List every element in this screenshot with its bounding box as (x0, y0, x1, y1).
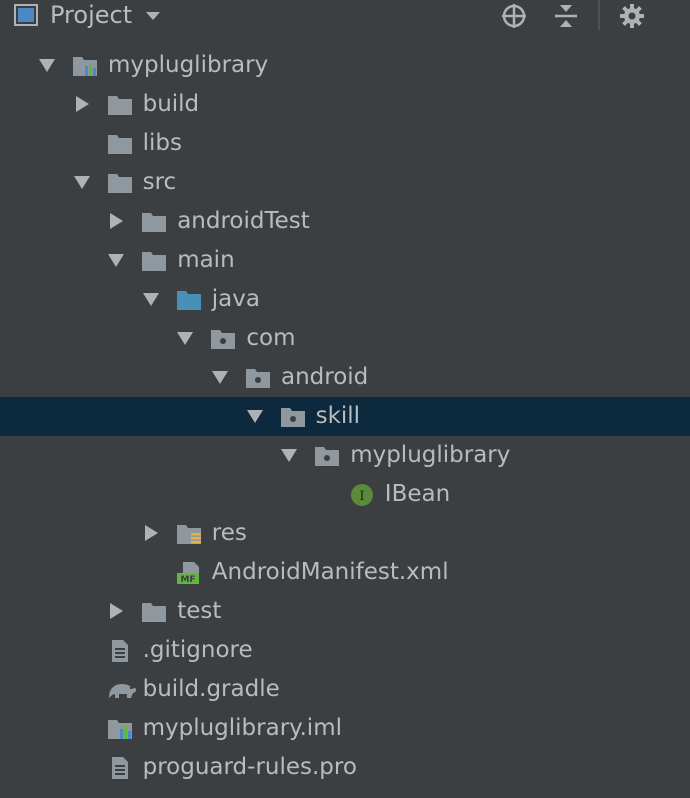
tree-row-label: mypluglibrary (108, 52, 269, 78)
gear-icon[interactable] (618, 2, 646, 30)
expanded-arrow-icon[interactable] (246, 407, 264, 425)
collapsed-arrow-icon[interactable] (142, 524, 160, 542)
expanded-arrow-icon[interactable] (142, 290, 160, 308)
expanded-arrow-icon[interactable] (73, 173, 91, 191)
tree-row-mypluglibrary[interactable]: mypluglibrary (0, 436, 690, 475)
folder-icon (141, 210, 167, 234)
tree-row-test[interactable]: test (0, 592, 690, 631)
package-icon (210, 327, 236, 351)
tree-row-libs[interactable]: libs (0, 124, 690, 163)
tree-row-label: mypluglibrary.iml (142, 715, 342, 741)
tree-row-android[interactable]: android (0, 358, 690, 397)
tree-row-label: .gitignore (142, 637, 253, 663)
panel-title: Project (50, 1, 133, 29)
tree-row-label: src (142, 169, 177, 195)
tree-row-ibean[interactable]: I IBean (0, 475, 690, 514)
tree-row-label: java (211, 286, 260, 312)
manifest-icon: MF (176, 561, 202, 585)
project-view-icon (14, 4, 38, 26)
tree-row-build-gradle[interactable]: build.gradle (0, 670, 690, 709)
tree-row-java[interactable]: java (0, 280, 690, 319)
text-file-icon (107, 639, 133, 663)
collapsed-arrow-icon[interactable] (73, 95, 91, 113)
project-view-selector[interactable]: Project (14, 0, 162, 30)
collapsed-arrow-icon[interactable] (107, 602, 125, 620)
tree-row-label: skill (315, 403, 361, 429)
gradle-icon (107, 678, 136, 702)
project-tool-window: Project mypluglibrary build libs src and… (0, 0, 690, 798)
svg-text:MF: MF (180, 575, 195, 585)
tree-row-label: build (142, 91, 200, 117)
tree-row-label: main (177, 247, 235, 273)
tree-row-label: mypluglibrary (350, 442, 511, 468)
tree-row-res[interactable]: res (0, 514, 690, 553)
tree-row-label: AndroidManifest.xml (211, 559, 449, 585)
package-icon (280, 405, 306, 429)
tree-row-label: build.gradle (142, 676, 280, 702)
partial-row-bottom (0, 790, 690, 798)
tool-window-header: Project (0, 0, 690, 32)
tree-row-src[interactable]: src (0, 163, 690, 202)
project-tree: mypluglibrary build libs src androidTest main… (0, 0, 690, 798)
tree-row-com[interactable]: com (0, 319, 690, 358)
svg-text:I: I (359, 489, 364, 504)
module-icon (72, 54, 98, 78)
tree-row-androidtest[interactable]: androidTest (0, 202, 690, 241)
tree-row-androidmanifest-xml[interactable]: MF AndroidManifest.xml (0, 553, 690, 592)
tree-row-label: IBean (384, 481, 451, 507)
tree-row-label: androidTest (177, 208, 310, 234)
tree-row-label: com (246, 325, 296, 351)
interface-icon: I (349, 483, 375, 507)
tree-row-skill[interactable]: skill (0, 397, 690, 436)
resource-folder-icon (176, 522, 202, 546)
collapsed-arrow-icon[interactable] (107, 212, 125, 230)
folder-icon (107, 171, 133, 195)
locate-icon[interactable] (500, 2, 528, 30)
tree-row-mypluglibrary-iml[interactable]: mypluglibrary.iml (0, 709, 690, 748)
package-icon (245, 366, 271, 390)
header-divider (598, 0, 600, 30)
collapse-all-icon[interactable] (552, 2, 580, 30)
expanded-arrow-icon[interactable] (38, 56, 56, 74)
folder-icon (107, 93, 133, 117)
tree-row-build[interactable]: build (0, 85, 690, 124)
tree-row-proguard-rules-pro[interactable]: proguard-rules.pro (0, 748, 690, 787)
expanded-arrow-icon[interactable] (107, 251, 125, 269)
tree-row-label: res (211, 520, 247, 546)
folder-icon (107, 132, 133, 156)
tree-row-label: proguard-rules.pro (142, 754, 357, 780)
tree-row-label: test (177, 598, 222, 624)
tree-row-gitignore[interactable]: .gitignore (0, 631, 690, 670)
module-file-icon (107, 717, 133, 741)
tree-row-label: android (281, 364, 369, 390)
source-folder-icon (176, 288, 202, 312)
folder-icon (141, 249, 167, 273)
dropdown-caret-icon (144, 8, 162, 22)
text-file-icon (107, 756, 133, 780)
expanded-arrow-icon[interactable] (176, 329, 194, 347)
tree-row-mypluglibrary[interactable]: mypluglibrary (0, 46, 690, 85)
folder-icon (141, 600, 167, 624)
expanded-arrow-icon[interactable] (211, 368, 229, 386)
tree-row-main[interactable]: main (0, 241, 690, 280)
expanded-arrow-icon[interactable] (280, 446, 298, 464)
tree-row-label: libs (142, 130, 182, 156)
package-icon (314, 444, 340, 468)
